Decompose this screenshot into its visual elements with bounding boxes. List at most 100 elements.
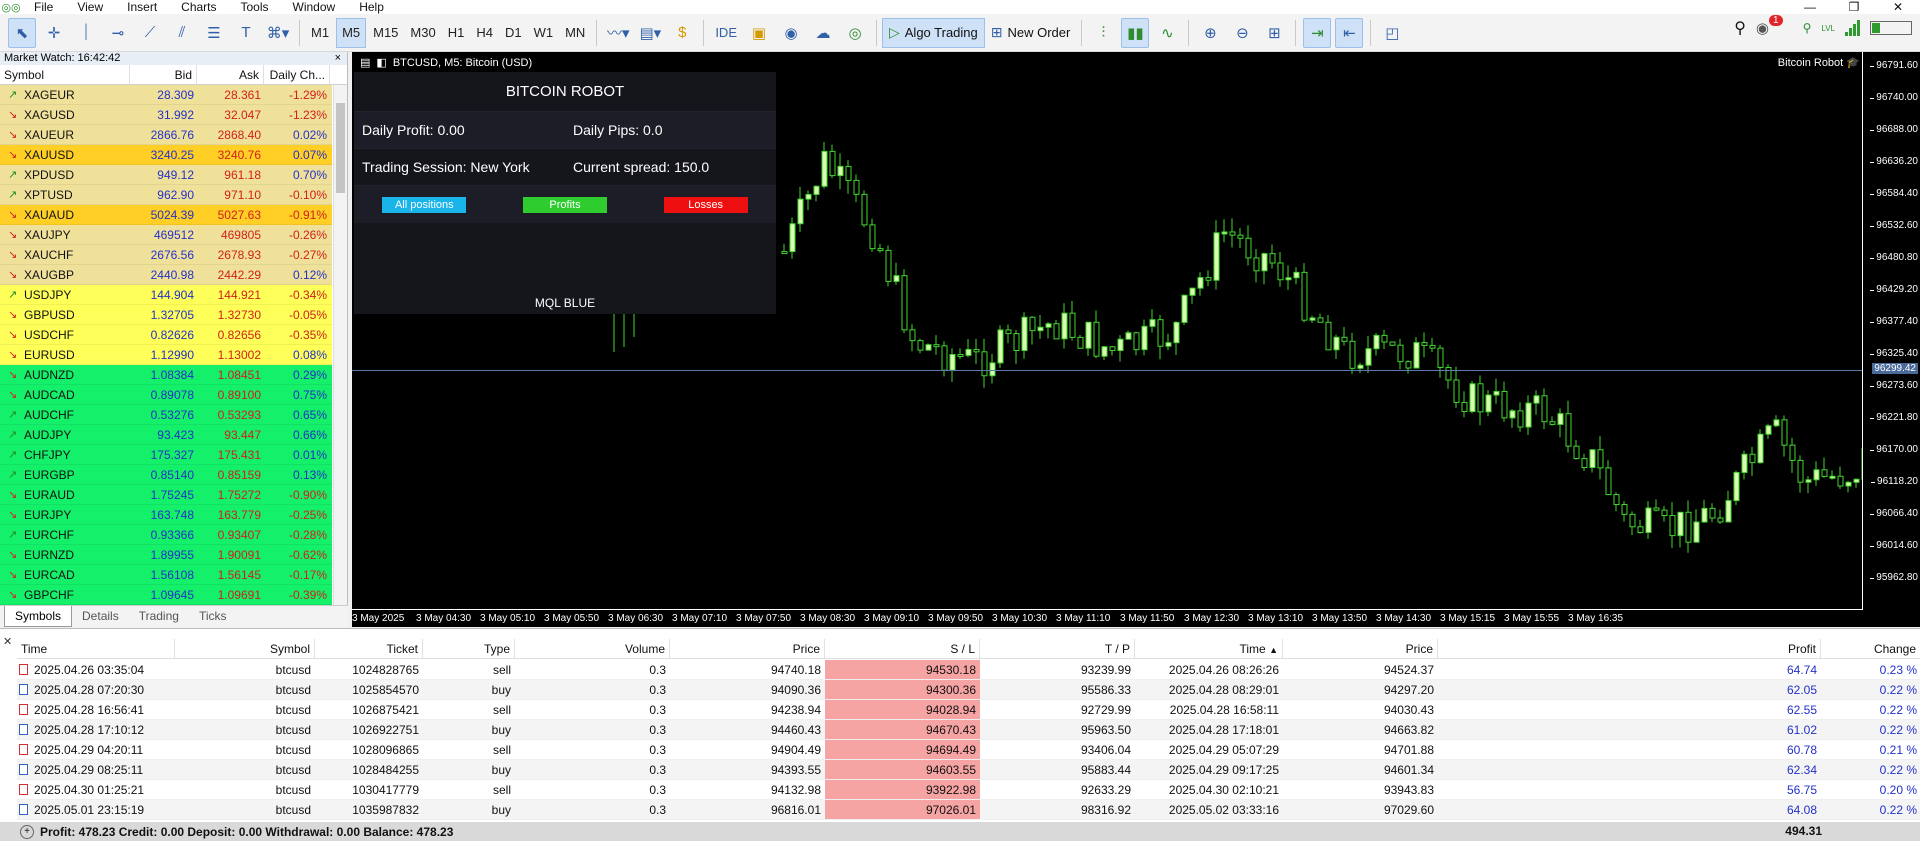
history-row[interactable]: 2025.04.28 07:20:30 btcusd 1025854570 buy 0.…: [17, 680, 1920, 700]
market-watch-row[interactable]: ↘ GBPUSD 1.32705 1.32730 -0.05%: [0, 305, 332, 325]
channel-icon[interactable]: ⫽: [168, 18, 196, 48]
vps-icon[interactable]: ◎: [841, 18, 869, 48]
col-symbol[interactable]: Symbol: [175, 639, 315, 658]
new-order-button[interactable]: ⊞ New Order: [985, 18, 1077, 48]
trendline-icon[interactable]: ⟋: [136, 18, 164, 48]
market-watch-row[interactable]: ↗ XPTUSD 962.90 971.10 -0.10%: [0, 185, 332, 205]
ide-button[interactable]: IDE: [710, 18, 742, 48]
menu-charts[interactable]: Charts: [169, 0, 228, 14]
shapes-icon[interactable]: ⌘▾: [264, 18, 292, 48]
timeframe-mn[interactable]: MN: [560, 18, 590, 48]
tab-ticks[interactable]: Ticks: [189, 606, 237, 627]
history-row[interactable]: 2025.04.28 17:10:12 btcusd 1026922751 buy 0.…: [17, 720, 1920, 740]
menu-insert[interactable]: Insert: [115, 0, 169, 14]
market-watch-row[interactable]: ↘ AUDNZD 1.08384 1.08451 0.29%: [0, 365, 332, 385]
col-symbol[interactable]: Symbol: [0, 65, 130, 84]
market-watch-row[interactable]: ↘ XAUUSD 3240.25 3240.76 0.07%: [0, 145, 332, 165]
time-axis[interactable]: 3 May 2025 3 May 04:30 3 May 05:10 3 May 05…: [352, 609, 1862, 627]
timeframe-m1[interactable]: M1: [306, 18, 334, 48]
tile-windows-icon[interactable]: ⊞: [1260, 18, 1288, 48]
col-type[interactable]: Type: [423, 639, 515, 658]
market-watch-row[interactable]: ↘ EURAUD 1.75245 1.75272 -0.90%: [0, 485, 332, 505]
candle-chart-icon[interactable]: ▮▮: [1121, 17, 1150, 48]
text-tool-icon[interactable]: T: [232, 18, 260, 48]
col-price[interactable]: Price: [670, 639, 825, 658]
screenshot-icon[interactable]: ◰: [1378, 18, 1406, 48]
col-daily-change[interactable]: Daily Ch...: [264, 65, 330, 84]
col-ask[interactable]: Ask: [197, 65, 264, 84]
menu-file[interactable]: File: [22, 0, 65, 14]
all-positions-button[interactable]: All positions: [382, 196, 467, 213]
market-watch-row[interactable]: ↘ XAGUSD 31.992 32.047 -1.23%: [0, 105, 332, 125]
market-watch-row[interactable]: ↘ AUDCAD 0.89078 0.89100 0.75%: [0, 385, 332, 405]
history-row[interactable]: 2025.04.28 16:56:41 btcusd 1026875421 sell 0…: [17, 700, 1920, 720]
losses-button[interactable]: Losses: [663, 196, 748, 213]
market-watch-row[interactable]: ↘ XAUAUD 5024.39 5027.63 -0.91%: [0, 205, 332, 225]
col-volume[interactable]: Volume: [515, 639, 670, 658]
algo-trading-button[interactable]: ▷ Algo Trading: [881, 17, 985, 48]
market-watch-row[interactable]: ↗ EURGBP 0.85140 0.85159 0.13%: [0, 465, 332, 485]
timeframe-d1[interactable]: D1: [500, 18, 527, 48]
expert-advisor-label[interactable]: Bitcoin Robot 🎓: [1778, 56, 1860, 69]
bar-chart-icon[interactable]: ⫶: [1089, 18, 1117, 48]
col-ticket[interactable]: Ticket: [315, 639, 423, 658]
market-watch-row[interactable]: ↘ EURCAD 1.56108 1.56145 -0.17%: [0, 565, 332, 585]
market-watch-row[interactable]: ↘ EURJPY 163.748 163.779 -0.25%: [0, 505, 332, 525]
market-watch-scrollbar[interactable]: [333, 85, 347, 605]
timeframe-m5[interactable]: M5: [336, 17, 367, 48]
market-watch-row[interactable]: ↗ AUDCHF 0.53276 0.53293 0.65%: [0, 405, 332, 425]
account-icon[interactable]: ⚲: [1803, 21, 1812, 35]
scrollbar-thumb[interactable]: [336, 103, 345, 193]
signals-icon[interactable]: ◉: [777, 18, 805, 48]
col-change[interactable]: Change: [1821, 639, 1920, 658]
market-watch-row[interactable]: ↗ USDJPY 144.904 144.921 -0.34%: [0, 285, 332, 305]
menu-view[interactable]: View: [65, 0, 115, 14]
close-icon[interactable]: ×: [335, 52, 341, 65]
cloud-icon[interactable]: ☁: [809, 18, 837, 48]
cursor-icon[interactable]: ⬉: [8, 17, 36, 48]
timeframe-h1[interactable]: H1: [443, 18, 470, 48]
fibonacci-icon[interactable]: ☰: [200, 18, 228, 48]
history-row[interactable]: 2025.04.26 03:35:04 btcusd 1024828765 sell 0…: [17, 660, 1920, 680]
search-icon[interactable]: ⚲: [1734, 18, 1746, 38]
market-watch-row[interactable]: ↘ XAUEUR 2866.76 2868.40 0.02%: [0, 125, 332, 145]
zoom-out-icon[interactable]: ⊖: [1228, 18, 1256, 48]
col-profit[interactable]: Profit: [1438, 639, 1821, 658]
messages-icon[interactable]: ◉: [1756, 19, 1769, 37]
market-watch-row[interactable]: ↘ XAUJPY 469512 469805 -0.26%: [0, 225, 332, 245]
market-watch-row[interactable]: ↘ XAUCHF 2676.56 2678.93 -0.27%: [0, 245, 332, 265]
chart-type-icon[interactable]: 〰▾: [604, 18, 632, 48]
line-chart-icon[interactable]: ∿: [1153, 18, 1181, 48]
close-icon[interactable]: ✕: [3, 635, 12, 648]
tab-details[interactable]: Details: [72, 606, 129, 627]
vertical-line-icon[interactable]: ⏐: [72, 18, 100, 48]
price-axis[interactable]: 96791.60 96740.00 96688.00 96636.20 96584.40…: [1862, 52, 1920, 610]
col-bid[interactable]: Bid: [130, 65, 197, 84]
col-sl[interactable]: S / L: [825, 639, 980, 658]
tab-trading[interactable]: Trading: [129, 606, 189, 627]
close-window-button[interactable]: ✕: [1876, 0, 1920, 14]
market-watch-row[interactable]: ↗ XAGEUR 28.309 28.361 -1.29%: [0, 85, 332, 105]
market-watch-row[interactable]: ↗ CHFJPY 175.327 175.431 0.01%: [0, 445, 332, 465]
bag-icon[interactable]: ▣: [745, 18, 773, 48]
zoom-in-icon[interactable]: ⊕: [1196, 18, 1224, 48]
tab-symbols[interactable]: Symbols: [4, 606, 73, 627]
market-watch-row[interactable]: ↘ XAUGBP 2440.98 2442.29 0.12%: [0, 265, 332, 285]
menu-window[interactable]: Window: [281, 0, 348, 14]
market-watch-row[interactable]: ↘ USDCHF 0.82626 0.82656 -0.35%: [0, 325, 332, 345]
indicators-icon[interactable]: ▤▾: [636, 18, 664, 48]
history-row[interactable]: 2025.04.29 04:20:11 btcusd 1028096865 sell 0…: [17, 740, 1920, 760]
market-watch-row[interactable]: ↗ AUDJPY 93.423 93.447 0.66%: [0, 425, 332, 445]
timeframe-m30[interactable]: M30: [405, 18, 440, 48]
menu-tools[interactable]: Tools: [229, 0, 281, 14]
market-icon[interactable]: $: [668, 18, 696, 48]
profits-button[interactable]: Profits: [522, 196, 607, 213]
history-row[interactable]: 2025.04.30 01:25:21 btcusd 1030417779 sell 0…: [17, 780, 1920, 800]
menu-help[interactable]: Help: [347, 0, 396, 14]
horizontal-line-icon[interactable]: ⊸: [104, 18, 132, 48]
expand-icon[interactable]: +: [20, 824, 34, 839]
history-row[interactable]: 2025.05.01 23:15:19 btcusd 1035987832 buy 0.…: [17, 800, 1920, 820]
market-watch-row[interactable]: ↘ EURNZD 1.89955 1.90091 -0.62%: [0, 545, 332, 565]
market-watch-row[interactable]: ↘ EURUSD 1.12990 1.13002 0.08%: [0, 345, 332, 365]
timeframe-w1[interactable]: W1: [529, 18, 559, 48]
